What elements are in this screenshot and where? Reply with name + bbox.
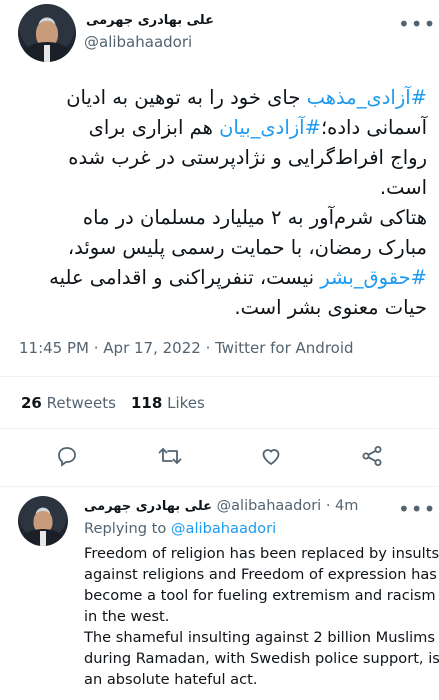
likes-count: 118 xyxy=(131,394,163,412)
divider-2 xyxy=(0,428,439,429)
heart-icon[interactable] xyxy=(259,444,283,468)
reply-author-handle[interactable]: @alibahaadori xyxy=(217,498,322,514)
reply-author-name[interactable]: علی بهادری جهرمی xyxy=(84,499,212,514)
hashtag-human-rights[interactable]: #حقوق_بشر xyxy=(320,266,427,289)
reply-line: an absolute hateful act. xyxy=(84,671,258,688)
replying-to-label: Replying to xyxy=(84,520,171,537)
tweet-line-4: است. xyxy=(379,176,427,199)
reply-icon[interactable] xyxy=(55,444,79,468)
hashtag-freedom-of-religion[interactable]: #آزادی_مذهب xyxy=(307,86,427,109)
reply-author-avatar[interactable] xyxy=(18,496,68,546)
tweet-text: آسمانی داده؛ xyxy=(320,116,427,139)
reply-more-options-icon[interactable]: ••• xyxy=(398,497,436,521)
retweets-label: Retweets xyxy=(46,394,116,412)
reply-line: become a tool for fueling extremism and … xyxy=(84,587,436,604)
reply-line: during Ramadan, with Swedish police supp… xyxy=(84,650,439,667)
tweet-line-6: مبارک رمضان، با حمایت رسمی پلیس سوئد، xyxy=(67,236,427,259)
tweet-line-3: رواج افراط‌گرایی و نژادپرستی در غرب شده xyxy=(68,146,427,169)
retweet-icon[interactable] xyxy=(157,444,183,468)
tweet-line-2: آسمانی داده؛#آزادی_بیان هم ابزاری برای xyxy=(6,113,427,143)
hashtag-freedom-of-expression[interactable]: #آزادی_بیان xyxy=(219,116,321,139)
retweets-count: 26 xyxy=(21,394,42,412)
share-icon[interactable] xyxy=(360,444,384,468)
tweet-line-1: #آزادی_مذهب جای خود را به توهین به ادیان xyxy=(6,83,427,113)
replying-to-handle[interactable]: @alibahaadori xyxy=(171,520,276,537)
reply-age: · 4m xyxy=(325,498,359,514)
author-name[interactable]: علی بهادری جهرمی xyxy=(84,13,214,28)
likes-stat[interactable]: 118 Likes xyxy=(131,394,205,412)
tweet-timestamp[interactable]: 11:45 PM · Apr 17, 2022 · Twitter for An… xyxy=(19,339,354,357)
tweet-line-8: حیات معنوی بشر است. xyxy=(234,296,427,319)
author-avatar[interactable] xyxy=(18,4,76,62)
more-options-icon[interactable]: ••• xyxy=(398,12,436,36)
reply-line: The shameful insulting against 2 billion… xyxy=(84,629,436,646)
tweet-text: جای خود را به توهین به ادیان xyxy=(66,86,307,109)
retweets-stat[interactable]: 26 Retweets xyxy=(21,394,116,412)
reply-line: in the west. xyxy=(84,608,170,625)
author-handle[interactable]: @alibahaadori xyxy=(84,33,192,51)
reply-line: Freedom of religion has been replaced by… xyxy=(84,545,439,562)
avatar-shirt xyxy=(43,44,51,62)
tweet-line-5: هتاکی شرم‌آور به ۲ میلیارد مسلمان در ماه xyxy=(82,206,427,229)
reply-body: Freedom of religion has been replaced by… xyxy=(84,543,439,690)
tweet-body: #آزادی_مذهب جای خود را به توهین به ادیان… xyxy=(6,83,427,323)
tweet-line-7: #حقوق_بشر نیست، تنفرپراکنی و اقدامی علیه xyxy=(6,263,427,293)
avatar-shirt xyxy=(40,531,46,546)
likes-label: Likes xyxy=(167,394,205,412)
reply-line: against religions and Freedom of express… xyxy=(84,566,437,583)
replying-to: Replying to @alibahaadori xyxy=(84,520,276,537)
divider-3 xyxy=(0,486,439,487)
tweet-text: هم ابزاری برای xyxy=(88,116,220,139)
reply-header: علی بهادری جهرمی @alibahaadori · 4m xyxy=(84,498,358,514)
divider-1 xyxy=(0,376,439,377)
tweet-text: نیست، تنفرپراکنی و اقدامی علیه xyxy=(49,266,321,289)
